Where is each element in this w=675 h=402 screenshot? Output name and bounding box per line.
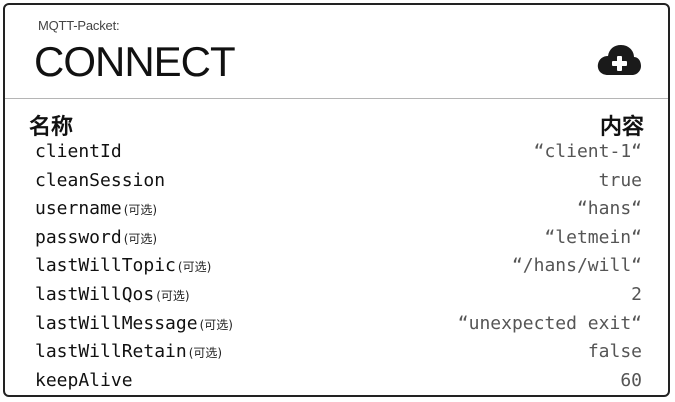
- field-value: “client-1“: [533, 141, 642, 162]
- optional-tag: (可选): [156, 288, 190, 303]
- field-name: clientId: [35, 141, 122, 162]
- field-key: lastWillMessage: [35, 312, 198, 334]
- field-value: false: [587, 341, 642, 363]
- field-row: lastWillMessage (可选) “unexpected exit“: [5, 309, 668, 338]
- field-name: lastWillTopic (可选): [35, 255, 211, 276]
- field-row: keepAlive 60: [5, 366, 668, 395]
- optional-tag: (可选): [123, 231, 158, 246]
- optional-tag: (可选): [123, 203, 158, 218]
- field-row: cleanSession true: [5, 166, 668, 195]
- field-name: cleanSession: [35, 170, 165, 191]
- optional-tag: (可选): [177, 260, 212, 275]
- field-key: keepAlive: [35, 369, 133, 391]
- field-value: 60: [620, 369, 642, 391]
- field-value: “/hans/will“: [511, 255, 642, 277]
- field-name: keepAlive: [35, 370, 133, 391]
- field-key: username: [35, 198, 122, 220]
- field-row: lastWillRetain (可选) false: [5, 337, 668, 366]
- field-key: clientId: [35, 141, 122, 162]
- optional-tag: (可选): [188, 346, 223, 361]
- field-name: username (可选): [35, 198, 157, 219]
- field-row: lastWillQos (可选) 2: [5, 280, 668, 309]
- field-key: cleanSession: [35, 169, 166, 191]
- field-row: lastWillTopic (可选) “/hans/will“: [5, 251, 668, 280]
- field-key: lastWillQos: [35, 283, 155, 305]
- field-name: lastWillQos (可选): [35, 284, 190, 305]
- field-row: username (可选) “hans“: [5, 194, 668, 223]
- field-value: 2: [631, 283, 642, 305]
- field-value: true: [598, 169, 642, 191]
- packet-subtitle: MQTT-Packet:: [38, 18, 120, 33]
- field-value: “hans“: [576, 198, 642, 220]
- field-row: clientId “client-1“: [5, 137, 668, 166]
- field-key: lastWillTopic: [35, 255, 176, 277]
- field-row: password (可选) “letmein“: [5, 223, 668, 252]
- packet-card: MQTT-Packet: CONNECT 名称 内容 clientId “clie…: [3, 3, 670, 397]
- field-value: “letmein“: [544, 226, 642, 248]
- optional-tag: (可选): [199, 317, 233, 332]
- field-name: lastWillRetain (可选): [35, 341, 222, 362]
- card-header: MQTT-Packet: CONNECT: [5, 5, 668, 99]
- cloud-upload-icon[interactable]: [596, 43, 642, 77]
- field-key: password: [35, 226, 122, 248]
- field-value: “unexpected exit“: [457, 312, 642, 334]
- field-key: lastWillRetain: [35, 341, 187, 363]
- field-name: password (可选): [35, 227, 157, 248]
- packet-title: CONNECT: [34, 38, 236, 85]
- field-name: lastWillMessage (可选): [35, 313, 233, 334]
- field-list: clientId “client-1“ cleanSession true userna…: [5, 137, 668, 394]
